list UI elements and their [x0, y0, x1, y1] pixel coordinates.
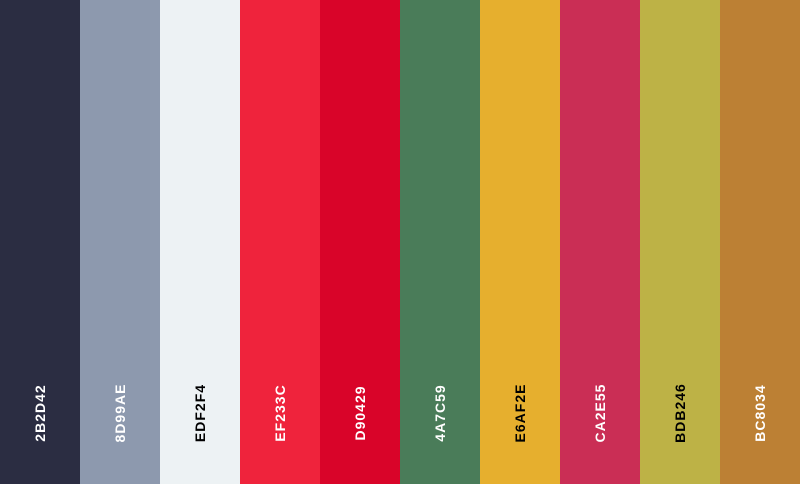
color-swatch-8[interactable]: CA2E55 [560, 0, 640, 484]
swatch-hex-label: BDB246 [672, 383, 688, 443]
color-swatch-1[interactable]: 2B2D42 [0, 0, 80, 484]
swatch-hex-label: 2B2D42 [32, 384, 48, 442]
swatch-hex-label: EDF2F4 [192, 383, 208, 443]
swatch-hex-label: E6AF2E [512, 383, 528, 443]
swatch-hex-label: D90429 [352, 385, 368, 441]
color-swatch-7[interactable]: E6AF2E [480, 0, 560, 484]
color-swatch-3[interactable]: EDF2F4 [160, 0, 240, 484]
color-swatch-9[interactable]: BDB246 [640, 0, 720, 484]
color-swatch-4[interactable]: EF233C [240, 0, 320, 484]
color-swatch-2[interactable]: 8D99AE [80, 0, 160, 484]
color-swatch-6[interactable]: 4A7C59 [400, 0, 480, 484]
swatch-hex-label: CA2E55 [592, 383, 608, 443]
swatch-hex-label: 4A7C59 [432, 384, 448, 442]
color-palette: 2B2D42 8D99AE EDF2F4 EF233C D90429 4A7C5… [0, 0, 800, 484]
swatch-hex-label: EF233C [272, 384, 288, 442]
swatch-hex-label: 8D99AE [112, 383, 128, 443]
color-swatch-5[interactable]: D90429 [320, 0, 400, 484]
color-swatch-10[interactable]: BC8034 [720, 0, 800, 484]
swatch-hex-label: BC8034 [752, 384, 768, 442]
